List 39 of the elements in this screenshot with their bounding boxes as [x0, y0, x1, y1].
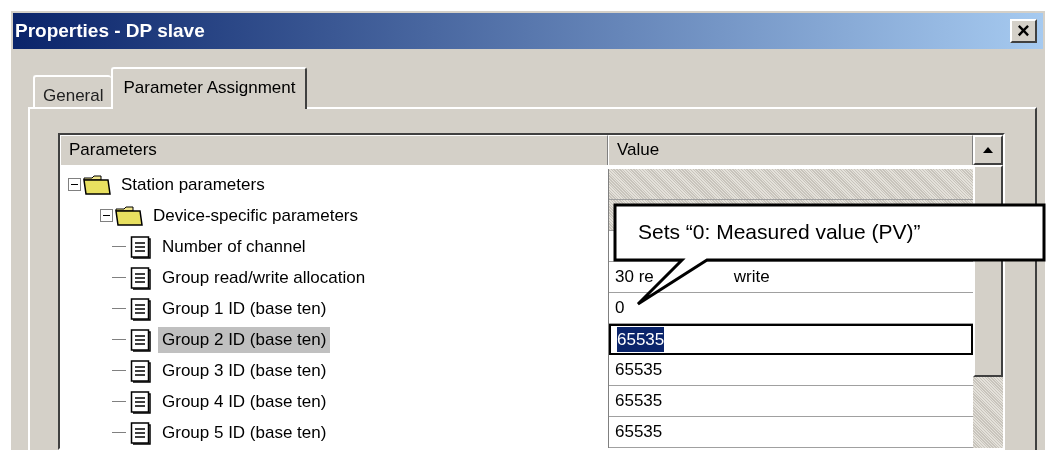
document-icon: [130, 327, 152, 352]
document-icon: [130, 234, 152, 259]
tree-item[interactable]: Group 2 ID (base ten): [158, 326, 331, 353]
cell-value: 30 re: [615, 266, 654, 289]
tree-item[interactable]: Group 1 ID (base ten): [158, 295, 331, 322]
document-icon: [130, 389, 152, 414]
tree-item[interactable]: Group read/write allocation: [158, 264, 370, 291]
folder-icon: [115, 204, 143, 227]
tree-item[interactable]: Group 4 ID (base ten): [158, 388, 331, 415]
tree-item[interactable]: Station parameters: [117, 171, 269, 198]
window-title: Properties - DP slave: [15, 18, 205, 43]
cell-value: 65535: [615, 421, 663, 444]
column-header[interactable]: Parameters: [60, 135, 608, 165]
tree-item[interactable]: Group 3 ID (base ten): [158, 357, 331, 384]
scroll-up-button[interactable]: [973, 135, 1003, 165]
tree-item[interactable]: Group 5 ID (base ten): [158, 419, 331, 446]
document-icon: [130, 358, 152, 383]
value-cell[interactable]: 65535: [609, 324, 973, 355]
cell-value: 65535: [615, 359, 663, 382]
collapse-icon[interactable]: [100, 209, 113, 222]
close-button[interactable]: ×: [1010, 19, 1037, 43]
tree-item[interactable]: Number of channel: [158, 233, 310, 260]
collapse-icon[interactable]: [68, 178, 81, 191]
cell-value: 0: [615, 297, 625, 320]
document-icon: [130, 296, 152, 321]
cell-value: 65535: [617, 326, 665, 353]
cell-value: write: [733, 266, 770, 289]
cell-value: 65535: [615, 390, 663, 413]
tooltip-text: Sets “0: Measured value (PV)”: [638, 219, 921, 245]
tree-item[interactable]: Device-specific parameters: [149, 202, 362, 229]
value-cell[interactable]: 65535: [609, 355, 973, 386]
folder-icon: [83, 173, 111, 196]
column-header[interactable]: Value: [608, 135, 973, 165]
value-cell[interactable]: 65535: [609, 417, 973, 448]
tab[interactable]: Parameter Assignment: [111, 67, 308, 109]
document-icon: [130, 265, 152, 290]
value-cell[interactable]: 65535: [609, 386, 973, 417]
document-icon: [130, 420, 152, 445]
up-arrow-icon: [983, 147, 993, 153]
